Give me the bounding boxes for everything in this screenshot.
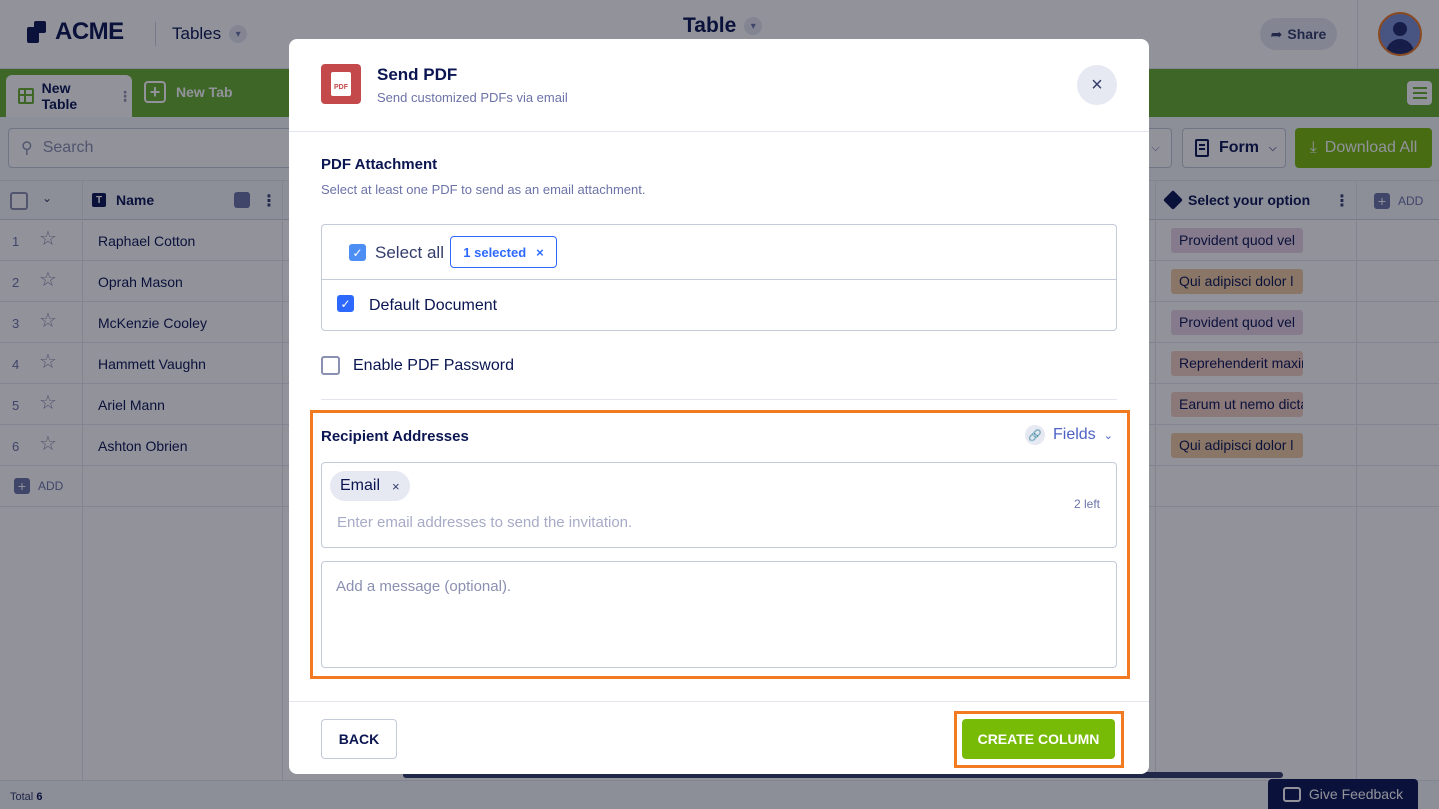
fields-label: Fields xyxy=(1053,426,1096,443)
recipient-email-input[interactable]: Email × 2 left Enter email addresses to … xyxy=(321,462,1117,548)
remaining-count: 2 left xyxy=(1073,497,1100,511)
dialog-subtitle: Send customized PDFs via email xyxy=(377,90,568,105)
default-document-label: Default Document xyxy=(369,297,498,314)
pdf-attachment-subtitle: Select at least one PDF to send as an em… xyxy=(321,182,646,197)
default-document-checkbox[interactable]: ✓ xyxy=(337,295,354,312)
pdf-attachment-title: PDF Attachment xyxy=(321,156,438,173)
pdf-doc-icon: PDF xyxy=(331,72,351,96)
email-field-chip[interactable]: Email × xyxy=(330,471,410,501)
close-icon[interactable]: × xyxy=(392,479,400,494)
attachment-list: ✓ Select all 1 selected × ✓ Default Docu… xyxy=(321,224,1117,331)
create-column-button[interactable]: CREATE COLUMN xyxy=(962,719,1115,759)
create-column-label: CREATE COLUMN xyxy=(977,731,1100,747)
dialog-header: PDF Send PDF Send customized PDFs via em… xyxy=(289,39,1149,132)
close-icon: × xyxy=(1091,73,1103,96)
pdf-password-checkbox[interactable] xyxy=(321,356,340,375)
close-button[interactable]: × xyxy=(1077,65,1117,105)
back-label: BACK xyxy=(338,731,380,747)
recipient-addresses-title: Recipient Addresses xyxy=(321,428,469,445)
selected-count-chip[interactable]: 1 selected × xyxy=(450,236,557,268)
back-button[interactable]: BACK xyxy=(321,719,397,759)
selected-count-label: 1 selected xyxy=(463,244,527,260)
email-placeholder: Enter email addresses to send the invita… xyxy=(337,514,633,531)
select-all-label: Select all xyxy=(375,243,444,262)
divider xyxy=(321,399,1117,400)
send-pdf-dialog: PDF Send PDF Send customized PDFs via em… xyxy=(289,39,1149,774)
dialog-footer: BACK CREATE COLUMN xyxy=(289,701,1149,774)
close-icon[interactable]: × xyxy=(536,245,544,260)
dialog-title: Send PDF xyxy=(377,65,458,84)
pdf-icon: PDF xyxy=(321,64,361,104)
message-placeholder: Add a message (optional). xyxy=(336,578,512,595)
email-chip-label: Email xyxy=(340,477,381,494)
message-textarea[interactable]: Add a message (optional). xyxy=(321,561,1117,668)
link-icon: 🔗 xyxy=(1025,425,1045,445)
attachment-list-header: ✓ Select all 1 selected × xyxy=(322,225,1116,280)
chevron-down-icon: ⌄ xyxy=(1103,429,1113,442)
select-all-checkbox[interactable]: ✓ xyxy=(349,244,366,261)
pdf-password-label: Enable PDF Password xyxy=(353,357,514,374)
fields-dropdown[interactable]: 🔗 Fields ⌄ xyxy=(1025,425,1113,445)
